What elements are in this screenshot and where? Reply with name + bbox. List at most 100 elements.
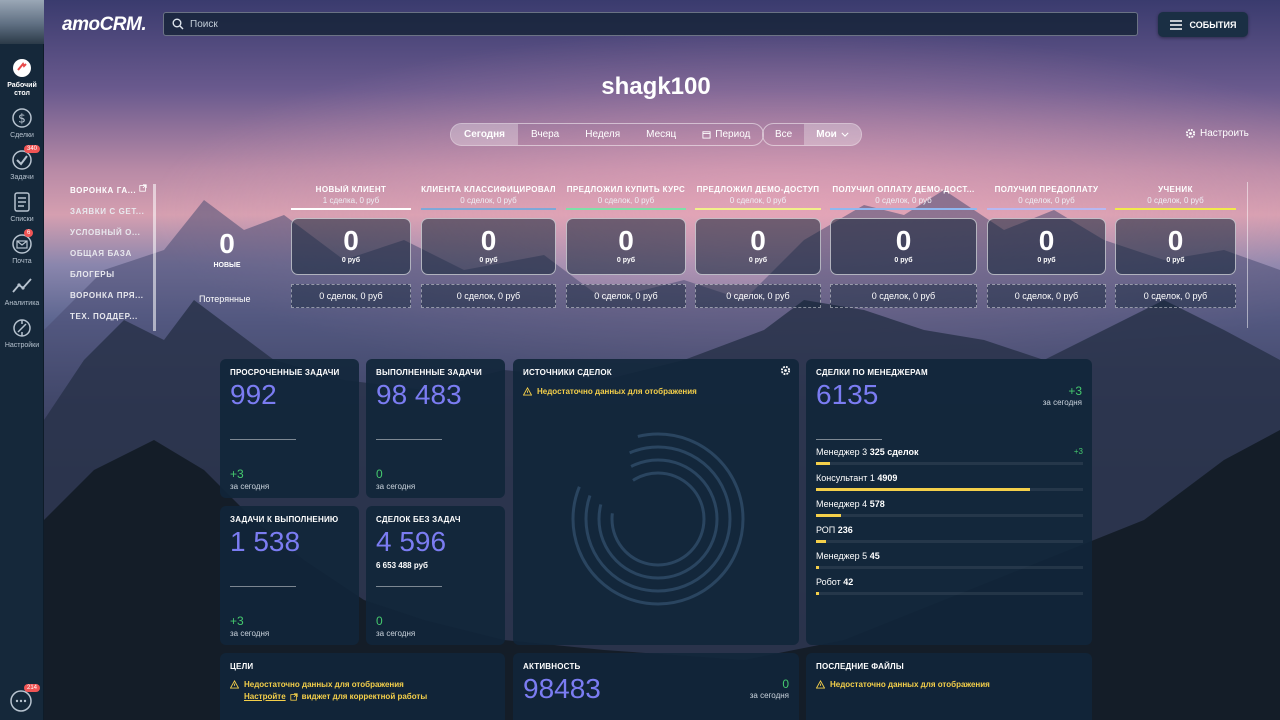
stage-value: 0 bbox=[480, 225, 497, 256]
stage-card[interactable]: 00 руб bbox=[695, 218, 821, 275]
widget-delta: 0 bbox=[782, 677, 789, 691]
pipeline-item[interactable]: УСЛОВНЫЙ О... bbox=[70, 226, 153, 247]
search-bar[interactable] bbox=[163, 12, 1138, 36]
sidebar-item-label: Сделки bbox=[10, 132, 34, 139]
stage-summary: 0 сделок, 0 руб bbox=[460, 196, 517, 205]
filter-yesterday[interactable]: Вчера bbox=[518, 124, 572, 145]
filter-today[interactable]: Сегодня bbox=[451, 124, 519, 145]
filter-week[interactable]: Неделя bbox=[572, 124, 633, 145]
list-icon bbox=[14, 192, 30, 212]
search-input[interactable] bbox=[190, 18, 1090, 30]
manager-row[interactable]: Менеджер 4 578 bbox=[816, 499, 1083, 517]
sidebar-item-lists[interactable]: Списки bbox=[0, 190, 44, 224]
period-filter: Сегодня Вчера Неделя Месяц Период bbox=[450, 123, 765, 146]
warning-text: Недостаточно данных для отображения bbox=[244, 680, 404, 689]
stage-column: ПОЛУЧИЛ ПРЕДОПЛАТУ 0 сделок, 0 руб 00 ру… bbox=[987, 185, 1106, 308]
manager-progress-bar bbox=[816, 540, 1083, 543]
widget-deals-without-tasks[interactable]: СДЕЛОК БЕЗ ЗАДАЧ 4 596 6 653 488 руб 0 з… bbox=[366, 506, 505, 645]
manager-count: 578 bbox=[869, 499, 885, 509]
manager-progress-fill bbox=[816, 462, 831, 465]
sidebar-item-tasks[interactable]: 340 Задачи bbox=[0, 145, 44, 182]
widget-tasks-todo[interactable]: ЗАДАЧИ К ВЫПОЛНЕНИЮ 1 538 +3 за сегодня bbox=[220, 506, 359, 645]
stage-name: КЛИЕНТА КЛАССИФИЦИРОВАЛ bbox=[421, 185, 556, 194]
gear-icon bbox=[1185, 128, 1196, 139]
pipeline-item[interactable]: ВОРОНКА ПРЯ... bbox=[70, 289, 153, 310]
stage-name: НОВЫЙ КЛИЕНТ bbox=[315, 185, 387, 194]
pipeline-item[interactable]: ЗАЯВКИ С GET... bbox=[70, 205, 153, 226]
manager-row[interactable]: Менеджер 5 45 bbox=[816, 551, 1083, 569]
manager-row[interactable]: Робот 42 bbox=[816, 577, 1083, 595]
stage-card[interactable]: 00 руб bbox=[987, 218, 1106, 275]
widget-deals-by-managers[interactable]: СДЕЛКИ ПО МЕНЕДЖЕРАМ 6135 +3 за сегодня … bbox=[806, 359, 1092, 645]
stage-lost[interactable]: 0 сделок, 0 руб bbox=[987, 284, 1106, 308]
filter-all[interactable]: Все bbox=[763, 124, 804, 145]
widget-recent-files[interactable]: ПОСЛЕДНИЕ ФАЙЛЫ Недостаточно данных для … bbox=[806, 653, 1092, 720]
manager-count: 325 сделок bbox=[869, 447, 919, 457]
widget-today-label: за сегодня bbox=[376, 482, 416, 491]
manager-row[interactable]: РОП 236 bbox=[816, 525, 1083, 543]
manager-name: Менеджер 4 bbox=[816, 499, 868, 509]
stage-lost[interactable]: 0 сделок, 0 руб bbox=[566, 284, 686, 308]
no-data-warning: Недостаточно данных для отображения bbox=[816, 680, 990, 689]
widget-title: ИСТОЧНИКИ СДЕЛОК bbox=[523, 368, 612, 377]
stage-value: 0 bbox=[343, 225, 359, 256]
pipeline-item[interactable]: ВОРОНКА ГА... bbox=[70, 184, 153, 205]
stage-lost[interactable]: 0 сделок, 0 руб bbox=[1115, 284, 1236, 308]
stage-lost[interactable]: 0 сделок, 0 руб bbox=[421, 284, 556, 308]
new-leads-label: НОВЫЕ bbox=[213, 262, 241, 269]
filter-period[interactable]: Период bbox=[689, 124, 763, 145]
stage-lost[interactable]: 0 сделок, 0 руб bbox=[291, 284, 411, 308]
stage-card[interactable]: 00 руб bbox=[1115, 218, 1236, 275]
stage-lost[interactable]: 0 сделок, 0 руб bbox=[695, 284, 821, 308]
pipeline-item[interactable]: БЛОГЕРЫ bbox=[70, 268, 153, 289]
app-logo[interactable]: amoCRM. bbox=[62, 14, 147, 36]
stage-card[interactable]: 00 руб bbox=[291, 218, 411, 275]
stage-rub: 0 руб bbox=[616, 257, 636, 264]
sidebar-item-mail[interactable]: 6 Почта bbox=[0, 229, 44, 266]
widget-delta: +3 bbox=[230, 467, 244, 481]
stage-card[interactable]: 00 руб bbox=[421, 218, 556, 275]
manager-row[interactable]: Консультант 1 4909 bbox=[816, 473, 1083, 491]
filter-month[interactable]: Месяц bbox=[633, 124, 689, 145]
filter-mine[interactable]: Мои bbox=[804, 124, 861, 145]
manager-progress-fill bbox=[816, 566, 819, 569]
widget-sum: 6 653 488 руб bbox=[376, 561, 428, 570]
stage-color-line bbox=[566, 208, 686, 210]
widget-deal-sources[interactable]: ИСТОЧНИКИ СДЕЛОК Недостаточно данных для… bbox=[513, 359, 799, 645]
sidebar-item-settings[interactable]: Настройки bbox=[0, 316, 44, 350]
warning-icon bbox=[523, 387, 532, 396]
new-leads[interactable]: 0 НОВЫЕ bbox=[196, 228, 258, 269]
manager-progress-bar bbox=[816, 488, 1083, 491]
sidebar-item-label: Почта bbox=[12, 258, 32, 265]
pipeline-item[interactable]: ТЕХ. ПОДДЕР... bbox=[70, 310, 153, 331]
stage-summary: 0 сделок, 0 руб bbox=[597, 196, 655, 205]
manager-row[interactable]: Менеджер 3 325 сделок +3 bbox=[816, 447, 1083, 465]
widget-overdue-tasks[interactable]: ПРОСРОЧЕННЫЕ ЗАДАЧИ 992 +3 за сегодня bbox=[220, 359, 359, 498]
page-title: shagk100 bbox=[601, 73, 711, 100]
widget-completed-tasks[interactable]: ВЫПОЛНЕННЫЕ ЗАДАЧИ 98 483 0 за сегодня bbox=[366, 359, 505, 498]
widget-today-label: за сегодня bbox=[749, 691, 789, 700]
widget-value: 1 538 bbox=[230, 526, 301, 557]
stage-card[interactable]: 00 руб bbox=[830, 218, 977, 275]
widget-title: ЗАДАЧИ К ВЫПОЛНЕНИЮ bbox=[230, 515, 339, 524]
chat-button[interactable]: 214 bbox=[8, 684, 41, 714]
events-button[interactable]: СОБЫТИЯ bbox=[1158, 12, 1248, 37]
stage-lost[interactable]: 0 сделок, 0 руб bbox=[830, 284, 977, 308]
configure-link[interactable]: Настроить bbox=[1185, 128, 1249, 139]
configure-widget-link[interactable]: Настройте bbox=[244, 692, 286, 701]
widget-value: 98483 bbox=[523, 673, 601, 704]
pipelines-list: ВОРОНКА ГА... ЗАЯВКИ С GET... УСЛОВНЫЙ О… bbox=[70, 184, 156, 331]
user-avatar[interactable] bbox=[0, 0, 44, 44]
stage-rub: 0 руб bbox=[1166, 257, 1185, 264]
sidebar-item-deals[interactable]: $ Сделки bbox=[0, 106, 44, 140]
sidebar-item-analytics[interactable]: Аналитика bbox=[0, 274, 44, 308]
stage-value: 0 bbox=[1167, 225, 1184, 256]
stage-card[interactable]: 00 руб bbox=[566, 218, 686, 275]
widget-goals[interactable]: ЦЕЛИ Недостаточно данных для отображения… bbox=[220, 653, 505, 720]
widget-today-label: за сегодня bbox=[230, 629, 270, 638]
widget-activity[interactable]: АКТИВНОСТЬ 98483 0 за сегодня bbox=[513, 653, 799, 720]
pipeline-item[interactable]: ОБЩАЯ БАЗА bbox=[70, 247, 153, 268]
gear-icon[interactable] bbox=[780, 365, 791, 376]
stage-name: ПОЛУЧИЛ ОПЛАТУ ДЕМО-ДОСТ... bbox=[832, 185, 975, 194]
widget-title: СДЕЛКИ ПО МЕНЕДЖЕРАМ bbox=[816, 368, 928, 377]
